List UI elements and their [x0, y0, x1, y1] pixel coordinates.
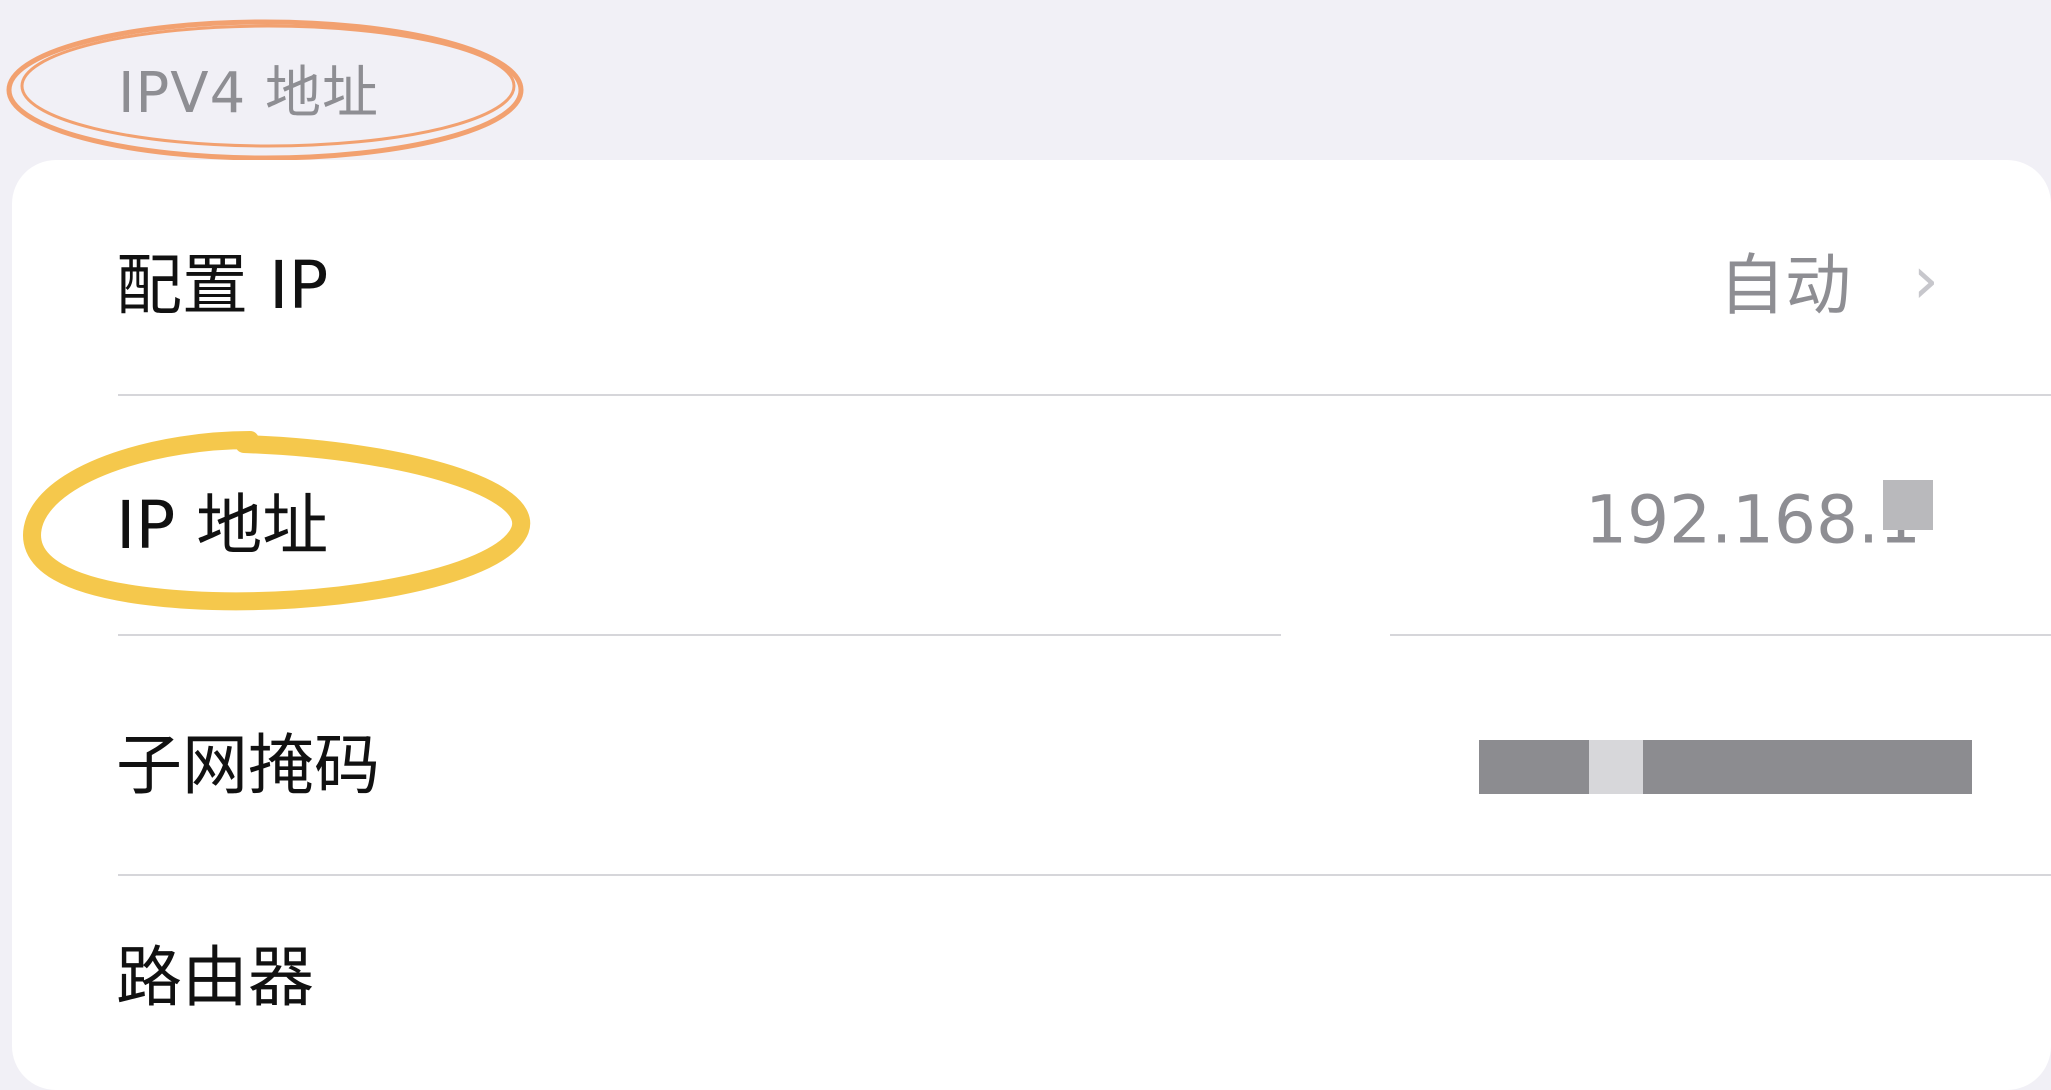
row-label-configure-ip: 配置 IP [116, 247, 329, 324]
row-label-subnet-mask: 子网掩码 [116, 727, 380, 804]
row-value-configure-ip: 自动 [1719, 247, 1851, 324]
row-value-ip-address: 192.168.1 [1585, 481, 1921, 559]
divider [118, 394, 2051, 396]
redaction-mask [1479, 740, 1589, 794]
row-router: 路由器 [12, 880, 2051, 1080]
divider [1390, 634, 2051, 636]
section-header-ipv4: IPV4 地址 [118, 61, 380, 126]
redaction-mask [1589, 740, 1643, 794]
divider [118, 874, 2051, 876]
row-ip-address: IP 地址 192.168.1 [12, 400, 2051, 640]
redaction-mask [1643, 740, 1972, 794]
ipv4-settings-card: 配置 IP 自动 › IP 地址 192.168.1 子网掩码 路由器 [12, 160, 2051, 1090]
row-configure-ip[interactable]: 配置 IP 自动 › [12, 160, 2051, 400]
chevron-right-icon: › [1912, 241, 1939, 319]
divider [118, 634, 1281, 636]
row-subnet-mask: 子网掩码 [12, 640, 2051, 880]
redaction-mask [1883, 480, 1933, 530]
row-label-ip-address: IP 地址 [116, 487, 329, 564]
row-label-router: 路由器 [116, 939, 314, 1016]
